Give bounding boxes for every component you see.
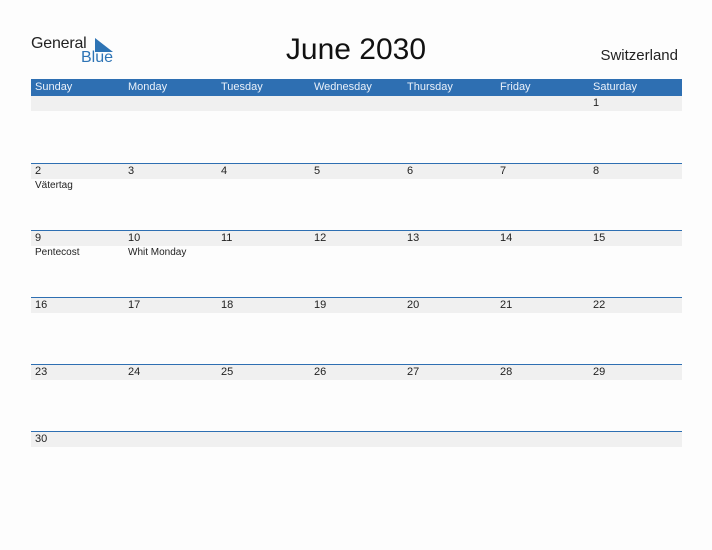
weekday-monday: Monday	[128, 81, 168, 93]
day-number	[31, 96, 124, 111]
week-row: 2 3 4 5 6 7 8 Vätertag	[31, 163, 682, 193]
holiday-label	[310, 246, 403, 260]
country-label: Switzerland	[600, 47, 678, 64]
weekday-friday: Friday	[500, 81, 531, 93]
day-number	[217, 432, 310, 447]
holiday-label	[589, 246, 682, 260]
holiday-label	[589, 179, 682, 193]
holiday-label	[403, 179, 496, 193]
day-number	[496, 432, 589, 447]
day-number	[124, 96, 217, 111]
week-row: 16 17 18 19 20 21 22	[31, 297, 682, 313]
day-number: 16	[35, 299, 48, 311]
holiday-label: Pentecost	[35, 247, 80, 258]
day-number: 7	[500, 165, 507, 177]
day-number	[403, 432, 496, 447]
day-number: 27	[407, 366, 420, 378]
day-number: 17	[128, 299, 141, 311]
day-number: 8	[593, 165, 600, 177]
day-number: 23	[35, 366, 48, 378]
weekday-tuesday: Tuesday	[221, 81, 263, 93]
holiday-label	[496, 246, 589, 260]
day-number: 4	[221, 165, 228, 177]
day-number: 2	[35, 165, 42, 177]
day-number: 5	[314, 165, 321, 177]
day-number: 21	[500, 299, 513, 311]
weekday-header: Sunday Monday Tuesday Wednesday Thursday…	[31, 79, 682, 96]
day-number: 24	[128, 366, 141, 378]
day-number: 9	[35, 232, 42, 244]
week-row: 1	[31, 96, 682, 111]
day-number: 11	[221, 232, 233, 244]
day-number: 6	[407, 165, 414, 177]
day-number	[589, 432, 682, 447]
weekday-sunday: Sunday	[35, 81, 73, 93]
day-number-strip: 16 17 18 19 20 21 22	[31, 298, 682, 313]
day-number: 26	[314, 366, 327, 378]
day-number: 19	[314, 299, 327, 311]
day-number	[310, 432, 403, 447]
day-number: 10	[128, 232, 141, 244]
weekday-wednesday: Wednesday	[314, 81, 372, 93]
day-number: 22	[593, 299, 606, 311]
day-number-strip: 2 3 4 5 6 7 8	[31, 164, 682, 179]
weekday-thursday: Thursday	[407, 81, 453, 93]
day-number	[496, 96, 589, 111]
holiday-label	[217, 246, 310, 260]
day-number	[217, 96, 310, 111]
holiday-label: Whit Monday	[128, 247, 187, 258]
holiday-label	[403, 246, 496, 260]
weekday-saturday: Saturday	[593, 81, 638, 93]
day-number-strip: 1	[31, 96, 682, 111]
holiday-label	[124, 179, 217, 193]
day-number-strip: 9 10 11 12 13 14 15	[31, 231, 682, 246]
day-number: 1	[593, 97, 600, 109]
day-number: 30	[35, 433, 48, 445]
day-number: 29	[593, 366, 606, 378]
holiday-label	[217, 179, 310, 193]
week-row: 30	[31, 431, 682, 447]
holiday-label: Vätertag	[35, 180, 73, 191]
day-number: 28	[500, 366, 513, 378]
day-number	[310, 96, 403, 111]
holiday-label	[496, 179, 589, 193]
day-number	[124, 432, 217, 447]
day-number: 3	[128, 165, 135, 177]
week-row: 9 10 11 12 13 14 15 Pentecost Whit Monday	[31, 230, 682, 260]
day-number: 25	[221, 366, 234, 378]
day-number	[403, 96, 496, 111]
day-number-strip: 23 24 25 26 27 28 29	[31, 365, 682, 380]
day-number: 20	[407, 299, 420, 311]
week-row: 23 24 25 26 27 28 29	[31, 364, 682, 380]
day-number: 14	[500, 232, 513, 244]
holiday-label	[310, 179, 403, 193]
day-number-strip: 30	[31, 432, 682, 447]
events-row: Pentecost Whit Monday	[31, 246, 682, 260]
day-number: 15	[593, 232, 606, 244]
events-row: Vätertag	[31, 179, 682, 193]
day-number: 13	[407, 232, 420, 244]
day-number: 12	[314, 232, 327, 244]
day-number: 18	[221, 299, 234, 311]
